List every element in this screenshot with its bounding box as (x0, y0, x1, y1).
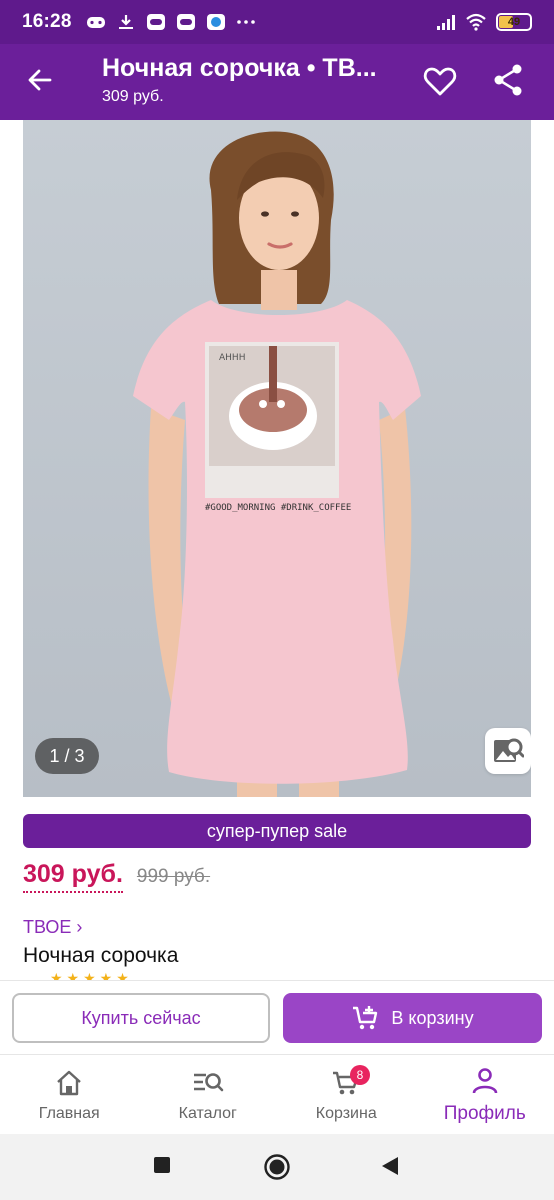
nav-label-cart: Корзина (315, 1104, 377, 1122)
back-arrow-icon[interactable] (22, 62, 58, 98)
cart-badge: 8 (350, 1065, 370, 1085)
status-time: 16:28 (22, 11, 72, 32)
battery-icon: 49 (496, 13, 532, 31)
product-page: 16:28 49 Ночная сорочка • ТВ... 309 руб. (0, 0, 554, 1200)
product-name: Ночная сорочка (23, 944, 179, 967)
add-to-cart-button[interactable]: В корзину (283, 993, 542, 1043)
app-notification-icon (176, 14, 195, 30)
nav-label-profile: Профиль (443, 1102, 526, 1124)
print-hashtags: #GOOD_MORNING #DRINK_COFFEE (205, 503, 351, 513)
game-controller-icon (86, 17, 105, 28)
share-icon[interactable] (490, 62, 526, 98)
system-status-icons: 49 (436, 13, 532, 31)
old-price: 999 руб. (136, 866, 211, 887)
nav-label-home: Главная (38, 1104, 100, 1122)
page-title: Ночная сорочка • ТВ... (102, 54, 377, 82)
nav-item-profile[interactable]: Профиль (416, 1055, 554, 1134)
image-counter: 1 / 3 (35, 738, 99, 774)
notification-icons (86, 13, 256, 31)
signal-icon (437, 15, 455, 30)
sale-banner: супер-пупер sale (23, 814, 531, 848)
product-image-gallery[interactable]: АННН #GOOD_MORNING #DRINK_COFFEE 1 / 3 (23, 120, 531, 797)
app-notification-icon (206, 14, 225, 30)
nav-item-home[interactable]: Главная (0, 1055, 139, 1134)
price-row: 309 руб. 999 руб. (23, 860, 210, 893)
add-cart-icon (353, 1006, 378, 1030)
system-navigation-bar (0, 1134, 554, 1200)
download-icon (118, 15, 133, 29)
profile-icon (472, 1067, 498, 1093)
nav-item-catalog[interactable]: Каталог (139, 1055, 278, 1134)
image-search-icon (494, 738, 524, 762)
current-price[interactable]: 309 руб. (23, 860, 123, 893)
nav-item-cart[interactable]: 8 Корзина (277, 1055, 416, 1134)
brand-link[interactable]: ТВОЕ › (23, 917, 82, 938)
recent-apps-icon[interactable] (152, 1155, 172, 1175)
back-triangle-icon[interactable] (380, 1155, 400, 1177)
home-circle-icon[interactable] (263, 1153, 291, 1181)
image-search-button[interactable] (485, 728, 531, 774)
more-dots-icon (236, 20, 255, 24)
product-photo: АННН #GOOD_MORNING #DRINK_COFFEE (133, 131, 421, 797)
page-subtitle-price: 309 руб. (102, 88, 164, 105)
catalog-search-icon (193, 1072, 224, 1091)
buy-now-label: Купить сейчас (81, 1007, 201, 1028)
bottom-navigation: Главная Каталог 8 Корзина Профиль (0, 1054, 554, 1134)
add-to-cart-label: В корзину (391, 1007, 474, 1028)
app-bar: Ночная сорочка • ТВ... 309 руб. (0, 44, 554, 120)
buy-now-button[interactable]: Купить сейчас (12, 993, 270, 1043)
app-notification-icon (146, 14, 165, 30)
purchase-action-bar: Купить сейчас В корзину (0, 980, 554, 1054)
heart-icon[interactable] (422, 64, 458, 98)
home-icon (57, 1070, 82, 1095)
print-caption: АННН (219, 353, 245, 363)
nav-label-catalog: Каталог (178, 1104, 237, 1122)
battery-percent: 49 (507, 16, 521, 28)
wifi-icon (466, 13, 486, 31)
app-bar-titles: Ночная сорочка • ТВ... 309 руб. (102, 54, 402, 106)
status-bar: 16:28 49 (0, 0, 554, 44)
